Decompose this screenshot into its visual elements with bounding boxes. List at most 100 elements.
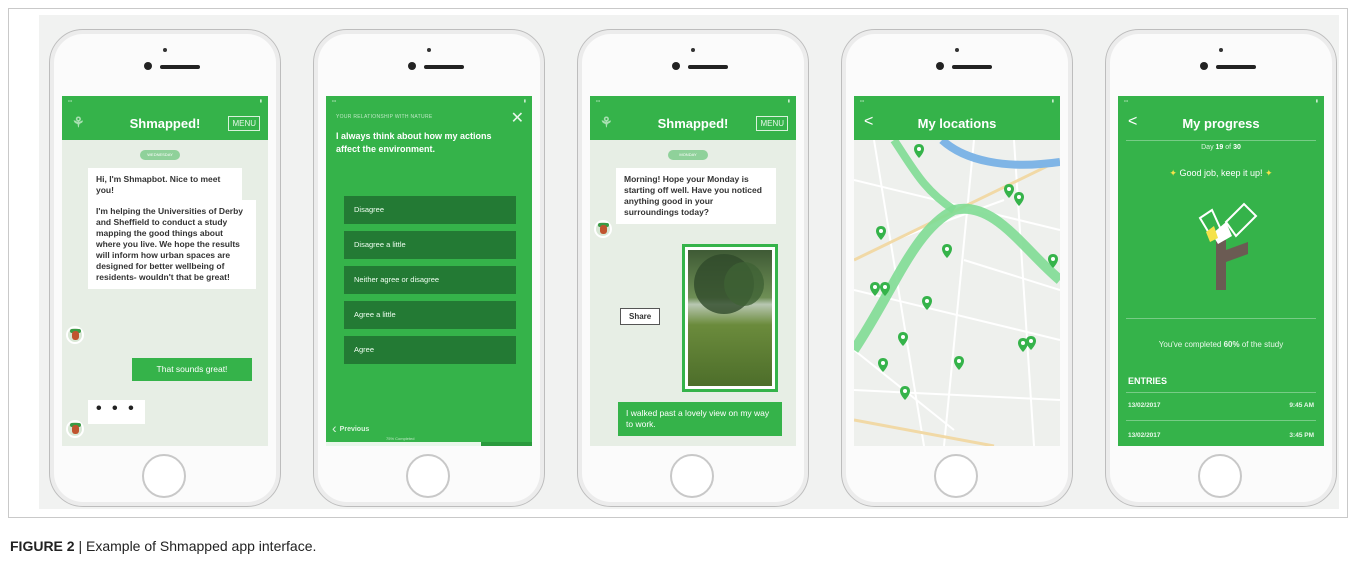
option-disagree-a-little[interactable]: Disagree a little (344, 231, 516, 259)
status-bar: ••• ▮ (590, 96, 796, 106)
option-agree-a-little[interactable]: Agree a little (344, 301, 516, 329)
sprout-logo-icon: ⚘ (72, 114, 85, 130)
map-screen: ••• ▮ < My locations (854, 96, 1060, 446)
app-header: ⚘ Shmapped! MENU (62, 106, 268, 140)
location-pin[interactable] (900, 386, 910, 400)
phone-map: ••• ▮ < My locations (841, 29, 1073, 507)
status-bar: ••• ▮ (854, 96, 1060, 106)
day-current: 19 (1215, 144, 1224, 151)
phone-speaker (688, 65, 728, 69)
sparkle-icon: ✦ (1169, 168, 1177, 178)
divider (1126, 392, 1316, 393)
phone-speaker (1216, 65, 1256, 69)
back-icon[interactable]: < (1128, 113, 1137, 131)
survey-category: YOUR RELATIONSHIP WITH NATURE (336, 114, 433, 120)
user-reply-bubble: That sounds great! (132, 358, 252, 381)
completion-text: You've completed 60% of the study (1118, 340, 1324, 349)
divider (1126, 318, 1316, 319)
shared-photo[interactable] (682, 244, 778, 392)
location-pin[interactable] (1004, 184, 1014, 198)
river (939, 140, 1060, 169)
phone-camera (672, 62, 680, 70)
option-agree[interactable]: Agree (344, 336, 516, 364)
phone-sensor (163, 48, 167, 52)
user-reply-bubble: I walked past a lovely view on my way to… (618, 402, 782, 436)
location-pin[interactable] (876, 226, 886, 240)
progress-bar (326, 442, 532, 446)
phone-sensor (1219, 48, 1223, 52)
chat-thread[interactable]: WEDNESDAY Hi, I'm Shmapbot. Nice to meet… (62, 140, 268, 446)
phone-speaker (424, 65, 464, 69)
home-button[interactable] (1198, 454, 1242, 498)
sparkle-icon: ✦ (1265, 168, 1273, 178)
encouragement: ✦ Good job, keep it up! ✦ (1118, 168, 1324, 179)
location-pin[interactable] (942, 244, 952, 258)
entry-row[interactable]: 13/02/2017 9:45 AM (1128, 402, 1314, 409)
phone-camera (1200, 62, 1208, 70)
share-button[interactable]: Share (620, 308, 661, 325)
divider (1126, 420, 1316, 421)
survey-screen: ••• ▮ YOUR RELATIONSHIP WITH NATURE ✕ I a… (326, 96, 532, 446)
home-button[interactable] (406, 454, 450, 498)
status-bar: ••• ▮ (62, 96, 268, 106)
phone-sensor (955, 48, 959, 52)
progress-screen: ••• ▮ < My progress Day 19 of 30 ✦ Good … (1118, 96, 1324, 446)
entry-time: 3:45 PM (1289, 432, 1314, 439)
previous-button[interactable]: ‹ Previous (332, 420, 369, 436)
sprout-logo-icon: ⚘ (600, 114, 613, 130)
app-header: < My locations (854, 106, 1060, 140)
location-pin[interactable] (922, 296, 932, 310)
completed-percent: 60% (1223, 340, 1240, 349)
day-of: of (1225, 144, 1232, 151)
survey-question: I always think about how my actions affe… (336, 131, 492, 154)
back-icon[interactable]: < (864, 113, 873, 131)
locations-map[interactable] (854, 140, 1060, 446)
phone-speaker (952, 65, 992, 69)
screen-title: My progress (1182, 115, 1260, 131)
location-pin[interactable] (870, 282, 880, 296)
day-divider: WEDNESDAY (140, 150, 180, 160)
chat-thread[interactable]: MONDAY Morning! Hope your Monday is star… (590, 140, 796, 446)
app-title: Shmapped! (657, 115, 729, 131)
screen-title: My locations (917, 115, 997, 131)
location-pin[interactable] (898, 332, 908, 346)
option-disagree[interactable]: Disagree (344, 196, 516, 224)
home-button[interactable] (670, 454, 714, 498)
status-bar: ••• ▮ (326, 96, 532, 106)
home-button[interactable] (142, 454, 186, 498)
day-divider: MONDAY (668, 150, 708, 160)
option-neither[interactable]: Neither agree or disagree (344, 266, 516, 294)
progress-fill (326, 442, 481, 446)
home-button[interactable] (934, 454, 978, 498)
phone-chat-intro: ••• ▮ ⚘ Shmapped! MENU WEDNESDAY Hi, I'm … (49, 29, 281, 507)
location-pin[interactable] (954, 356, 964, 370)
phone-camera (936, 62, 944, 70)
entry-date: 13/02/2017 (1128, 402, 1161, 409)
day-counter: Day 19 of 30 (1118, 144, 1324, 151)
location-pin[interactable] (878, 358, 888, 372)
location-pin[interactable] (880, 282, 890, 296)
location-pin[interactable] (914, 144, 924, 158)
bot-avatar (66, 420, 84, 438)
phone-sensor (427, 48, 431, 52)
app-title: Shmapped! (129, 115, 201, 131)
day-total: 30 (1233, 144, 1241, 151)
figure-caption: FIGURE 2 | Example of Shmapped app inter… (10, 538, 316, 554)
app-header: < My progress (1118, 106, 1324, 140)
chat-screen: ••• ▮ ⚘ Shmapped! MENU MONDAY Morning! Ho… (590, 96, 796, 446)
caption-label: FIGURE 2 (10, 538, 75, 554)
close-icon[interactable]: ✕ (511, 108, 524, 128)
location-pin[interactable] (1026, 336, 1036, 350)
entry-row[interactable]: 13/02/2017 3:45 PM (1128, 432, 1314, 439)
progress-label: 75% Completed (386, 436, 415, 441)
menu-button[interactable]: MENU (756, 116, 788, 131)
menu-button[interactable]: MENU (228, 116, 260, 131)
location-pin[interactable] (1014, 192, 1024, 206)
phone-camera (408, 62, 416, 70)
app-header: ⚘ Shmapped! MENU (590, 106, 796, 140)
phone-survey: ••• ▮ YOUR RELATIONSHIP WITH NATURE ✕ I a… (313, 29, 545, 507)
entry-date: 13/02/2017 (1128, 432, 1161, 439)
growing-tree-icon (1198, 202, 1258, 290)
caption-separator: | (78, 538, 83, 554)
location-pin[interactable] (1048, 254, 1058, 268)
